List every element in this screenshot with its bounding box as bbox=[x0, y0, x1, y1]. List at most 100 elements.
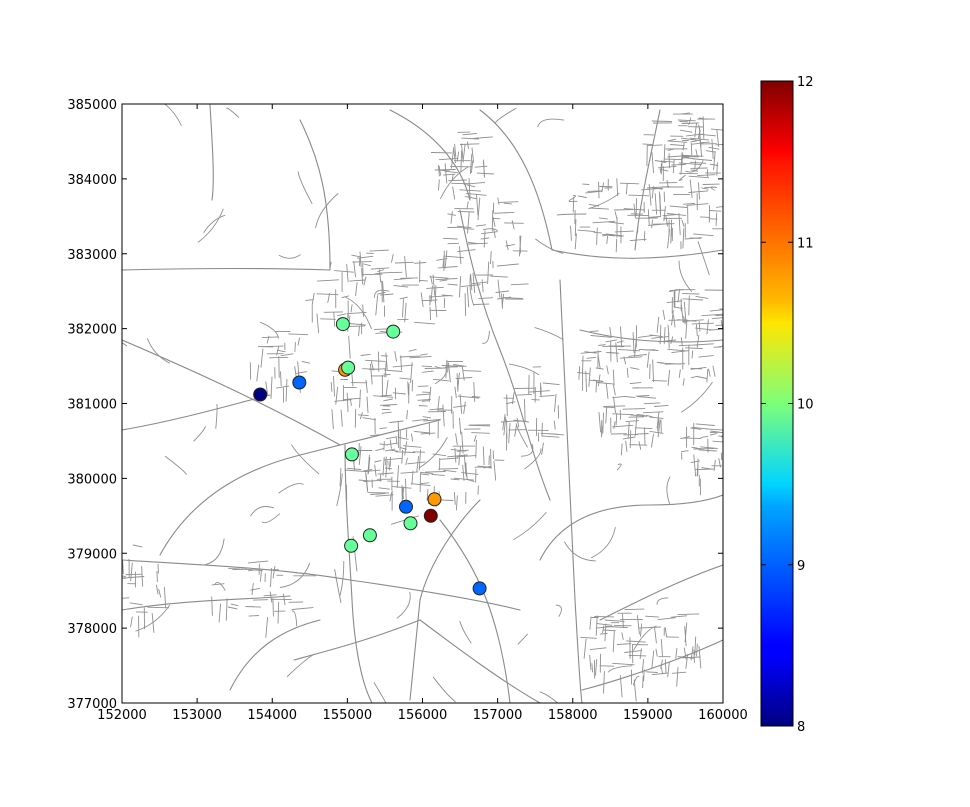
road bbox=[438, 468, 459, 470]
road bbox=[421, 400, 430, 402]
scatter-point bbox=[403, 516, 418, 531]
road bbox=[599, 633, 608, 635]
y-tick-label: 381000 bbox=[67, 398, 117, 413]
scatter-point bbox=[399, 499, 413, 514]
x-tick-label: 159000 bbox=[623, 708, 673, 723]
scatter-point bbox=[472, 581, 487, 596]
road bbox=[691, 350, 694, 359]
road bbox=[587, 190, 603, 192]
road bbox=[663, 158, 683, 161]
road bbox=[232, 568, 248, 571]
road bbox=[681, 122, 699, 124]
road bbox=[693, 649, 695, 663]
road bbox=[294, 342, 296, 353]
road bbox=[407, 381, 409, 396]
road bbox=[125, 573, 143, 576]
road bbox=[424, 367, 447, 369]
colorbar-tick-label: 11 bbox=[797, 236, 814, 251]
road bbox=[644, 427, 646, 446]
road bbox=[156, 570, 158, 583]
road bbox=[622, 408, 646, 410]
road bbox=[688, 295, 690, 316]
road bbox=[524, 399, 526, 422]
y-tick-label: 377000 bbox=[67, 697, 117, 712]
road bbox=[636, 433, 649, 435]
road bbox=[615, 238, 618, 253]
road bbox=[457, 210, 475, 213]
road bbox=[594, 615, 615, 618]
scatter-point bbox=[362, 528, 377, 543]
road bbox=[652, 380, 668, 382]
scatter-point bbox=[423, 508, 438, 523]
x-tick-label: 154000 bbox=[247, 708, 297, 723]
scatter-point bbox=[253, 387, 268, 402]
y-tick-label: 379000 bbox=[67, 547, 117, 562]
road bbox=[574, 219, 577, 237]
road bbox=[595, 380, 598, 393]
y-tick-label: 383000 bbox=[67, 248, 117, 263]
road bbox=[724, 171, 745, 173]
road bbox=[147, 606, 170, 609]
scatter-point bbox=[344, 538, 359, 553]
y-tick-label: 384000 bbox=[67, 173, 117, 188]
road bbox=[619, 182, 640, 185]
road bbox=[320, 318, 336, 320]
road bbox=[418, 405, 428, 407]
road bbox=[374, 328, 387, 330]
road bbox=[475, 439, 477, 459]
road bbox=[628, 654, 647, 657]
road bbox=[425, 471, 446, 473]
road bbox=[468, 424, 491, 427]
road bbox=[589, 330, 599, 332]
road bbox=[651, 120, 673, 122]
x-tick-label: 158000 bbox=[548, 708, 598, 723]
road bbox=[429, 306, 432, 321]
road bbox=[690, 142, 693, 156]
road bbox=[637, 225, 639, 234]
scatter-point bbox=[292, 375, 307, 390]
y-tick-label: 382000 bbox=[67, 323, 117, 338]
scatter-point bbox=[341, 360, 356, 375]
road bbox=[689, 237, 702, 239]
road bbox=[649, 363, 651, 380]
scatter-point bbox=[386, 324, 401, 339]
road bbox=[624, 608, 645, 611]
colorbar-tick-label: 9 bbox=[797, 559, 805, 574]
figure: 152000 153000 154000 155000 156000 157000 1580… bbox=[67, 75, 814, 735]
road bbox=[664, 363, 686, 365]
road bbox=[421, 365, 432, 368]
colorbar-tick-label: 12 bbox=[797, 75, 814, 90]
road bbox=[642, 675, 644, 689]
road bbox=[572, 196, 575, 213]
colorbar-tick-label: 8 bbox=[797, 720, 805, 735]
road bbox=[462, 228, 475, 230]
y-tick-label: 380000 bbox=[67, 472, 117, 487]
road bbox=[361, 273, 383, 276]
x-tick-label: 156000 bbox=[398, 708, 448, 723]
road bbox=[381, 280, 383, 303]
road bbox=[659, 324, 662, 345]
road bbox=[593, 231, 602, 234]
road bbox=[668, 332, 670, 349]
road bbox=[245, 606, 262, 608]
scatter-point bbox=[427, 492, 442, 507]
road bbox=[434, 169, 456, 171]
road bbox=[248, 615, 259, 617]
road bbox=[464, 293, 467, 316]
y-tick-label: 378000 bbox=[67, 622, 117, 637]
road bbox=[417, 385, 429, 387]
y-tick-label: 385000 bbox=[67, 98, 117, 113]
road bbox=[722, 189, 723, 191]
road bbox=[716, 162, 718, 176]
colorbar: 8 9 10 11 12 bbox=[760, 75, 814, 735]
scatter-point bbox=[344, 447, 359, 462]
road bbox=[603, 405, 626, 407]
road bbox=[629, 444, 648, 446]
road bbox=[715, 144, 723, 146]
x-tick-label: 153000 bbox=[172, 708, 222, 723]
road bbox=[635, 198, 638, 216]
scatter-point bbox=[335, 317, 350, 332]
road bbox=[119, 562, 120, 583]
road bbox=[491, 210, 494, 232]
road bbox=[272, 598, 274, 617]
